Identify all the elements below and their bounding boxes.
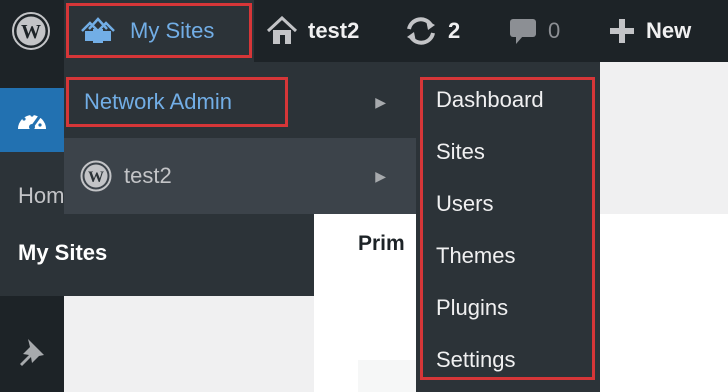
network-admin-label: Network Admin bbox=[84, 89, 232, 114]
comments-count: 0 bbox=[548, 18, 561, 43]
chevron-right-icon: ▶ bbox=[375, 93, 386, 110]
new-content-button[interactable]: New bbox=[608, 0, 691, 62]
submenu-item-settings[interactable]: Settings bbox=[436, 347, 516, 373]
network-admin-submenu: Dashboard Sites Users Themes Plugins Set… bbox=[416, 62, 600, 392]
svg-text:W: W bbox=[21, 21, 41, 43]
submenu-item-dashboard[interactable]: Dashboard bbox=[436, 87, 544, 113]
submenu-item-themes[interactable]: Themes bbox=[436, 243, 515, 269]
site-test2-label: test2 bbox=[124, 163, 172, 188]
wordpress-logo-icon: W bbox=[80, 160, 112, 192]
new-label: New bbox=[646, 18, 692, 43]
svg-text:W: W bbox=[88, 169, 104, 186]
my-sites-dropdown: Network Admin ▶ W test2 ▶ bbox=[64, 62, 416, 214]
my-sites-menu[interactable]: My Sites bbox=[64, 0, 254, 62]
wordpress-menu[interactable]: W bbox=[0, 0, 62, 62]
site-name-label: test2 bbox=[308, 18, 360, 43]
wordpress-logo-icon: W bbox=[12, 12, 50, 50]
comments-button[interactable]: 0 bbox=[508, 0, 560, 62]
site-name-menu[interactable]: test2 bbox=[266, 0, 359, 62]
site-test2-menu-item[interactable]: W test2 ▶ bbox=[64, 138, 416, 214]
home-icon bbox=[266, 16, 298, 44]
chevron-right-icon: ▶ bbox=[375, 167, 386, 184]
content-placeholder-block bbox=[358, 360, 418, 392]
plus-icon bbox=[610, 19, 634, 43]
admin-bar: W My Sites test2 2 0 New bbox=[0, 0, 728, 62]
network-admin-menu-item[interactable]: Network Admin ▶ bbox=[64, 76, 416, 128]
pushpin-icon bbox=[20, 339, 44, 366]
posts-menu-item[interactable]: Posts bbox=[0, 324, 314, 380]
updates-button[interactable]: 2 bbox=[404, 0, 460, 62]
posts-label: Posts bbox=[66, 338, 124, 365]
submenu-item-users[interactable]: Users bbox=[436, 191, 493, 217]
comment-bubble-icon bbox=[510, 19, 536, 44]
my-sites-label: My Sites bbox=[130, 18, 215, 43]
submenu-item-my-sites[interactable]: My Sites bbox=[18, 240, 107, 266]
updates-icon bbox=[407, 17, 435, 45]
multisite-house-icon bbox=[81, 17, 115, 43]
updates-count: 2 bbox=[448, 18, 461, 43]
dashboard-gauge-icon bbox=[18, 113, 46, 130]
dashboard-menu-item[interactable] bbox=[0, 88, 64, 152]
submenu-item-sites[interactable]: Sites bbox=[436, 139, 485, 165]
content-heading: Prim bbox=[358, 232, 405, 255]
submenu-item-plugins[interactable]: Plugins bbox=[436, 295, 508, 321]
